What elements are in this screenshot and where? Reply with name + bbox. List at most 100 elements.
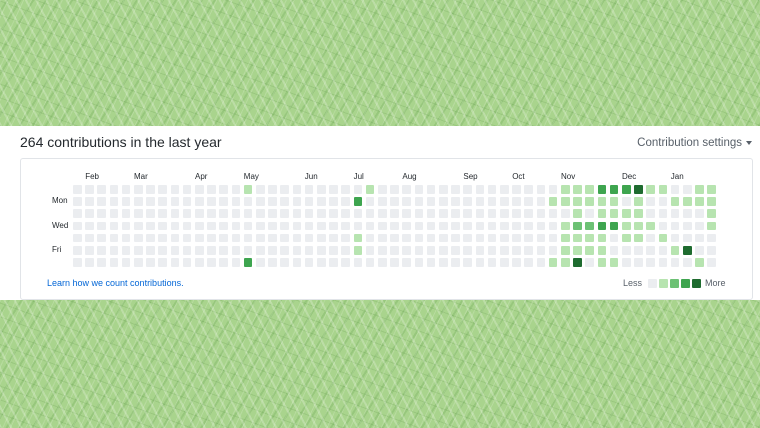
contribution-day-cell[interactable] (536, 197, 546, 206)
contribution-day-cell[interactable] (353, 209, 363, 218)
contribution-day-cell[interactable] (439, 185, 448, 194)
contribution-day-cell[interactable] (609, 258, 619, 267)
contribution-day-cell[interactable] (195, 246, 204, 255)
contribution-day-cell[interactable] (670, 258, 680, 267)
contribution-day-cell[interactable] (475, 246, 485, 255)
contribution-day-cell[interactable] (182, 209, 192, 218)
contribution-day-cell[interactable] (512, 185, 521, 194)
contribution-day-cell[interactable] (548, 258, 558, 267)
contribution-day-cell[interactable] (378, 197, 387, 206)
contribution-day-cell[interactable] (646, 246, 655, 255)
contribution-day-cell[interactable] (402, 185, 411, 194)
contribution-day-cell[interactable] (317, 221, 326, 231)
contribution-day-cell[interactable] (134, 209, 143, 218)
contribution-day-cell[interactable] (109, 233, 119, 243)
contribution-day-cell[interactable] (670, 221, 680, 231)
contribution-day-cell[interactable] (207, 197, 216, 206)
contribution-day-cell[interactable] (231, 221, 241, 231)
contribution-day-cell[interactable] (609, 185, 619, 194)
contribution-day-cell[interactable] (85, 258, 94, 267)
contribution-day-cell[interactable] (256, 185, 265, 194)
contribution-day-cell[interactable] (134, 233, 143, 243)
contribution-day-cell[interactable] (463, 197, 472, 206)
contribution-day-cell[interactable] (548, 246, 558, 255)
contribution-day-cell[interactable] (658, 197, 668, 206)
contribution-day-cell[interactable] (182, 185, 192, 194)
contribution-day-cell[interactable] (634, 209, 643, 218)
contribution-day-cell[interactable] (463, 185, 472, 194)
contribution-day-cell[interactable] (585, 221, 594, 231)
contribution-day-cell[interactable] (500, 246, 509, 255)
contribution-day-cell[interactable] (231, 258, 241, 267)
contribution-day-cell[interactable] (317, 246, 326, 255)
contribution-day-cell[interactable] (487, 197, 497, 206)
contribution-day-cell[interactable] (85, 197, 94, 206)
contribution-day-cell[interactable] (256, 221, 265, 231)
contribution-day-cell[interactable] (609, 246, 619, 255)
contribution-day-cell[interactable] (463, 258, 472, 267)
contribution-day-cell[interactable] (585, 233, 594, 243)
contribution-day-cell[interactable] (439, 246, 448, 255)
contribution-day-cell[interactable] (268, 246, 277, 255)
contribution-day-cell[interactable] (85, 246, 94, 255)
contribution-day-cell[interactable] (329, 185, 338, 194)
contribution-day-cell[interactable] (121, 246, 131, 255)
contribution-day-cell[interactable] (243, 197, 253, 206)
contribution-day-cell[interactable] (561, 221, 570, 231)
contribution-day-cell[interactable] (146, 258, 155, 267)
contribution-day-cell[interactable] (170, 185, 180, 194)
contribution-day-cell[interactable] (292, 221, 302, 231)
contribution-day-cell[interactable] (146, 209, 155, 218)
learn-contributions-link[interactable]: Learn how we count contributions. (47, 278, 184, 288)
contribution-day-cell[interactable] (439, 209, 448, 218)
contribution-day-cell[interactable] (695, 197, 704, 206)
contribution-day-cell[interactable] (195, 197, 204, 206)
contribution-day-cell[interactable] (341, 197, 350, 206)
contribution-day-cell[interactable] (353, 221, 363, 231)
contribution-day-cell[interactable] (414, 185, 424, 194)
contribution-day-cell[interactable] (109, 185, 119, 194)
contribution-day-cell[interactable] (85, 221, 94, 231)
contribution-day-cell[interactable] (182, 246, 192, 255)
contribution-day-cell[interactable] (292, 185, 302, 194)
contribution-day-cell[interactable] (500, 233, 509, 243)
contribution-day-cell[interactable] (121, 221, 131, 231)
contribution-day-cell[interactable] (463, 246, 472, 255)
contribution-day-cell[interactable] (573, 258, 582, 267)
contribution-day-cell[interactable] (670, 185, 680, 194)
contribution-day-cell[interactable] (207, 221, 216, 231)
contribution-day-cell[interactable] (97, 185, 106, 194)
contribution-day-cell[interactable] (622, 197, 631, 206)
contribution-day-cell[interactable] (97, 246, 106, 255)
contribution-day-cell[interactable] (646, 185, 655, 194)
contribution-day-cell[interactable] (524, 185, 533, 194)
contribution-day-cell[interactable] (97, 258, 106, 267)
contribution-day-cell[interactable] (402, 209, 411, 218)
contribution-day-cell[interactable] (695, 246, 704, 255)
contribution-day-cell[interactable] (609, 197, 619, 206)
contribution-day-cell[interactable] (426, 185, 436, 194)
contribution-day-cell[interactable] (658, 233, 668, 243)
contribution-day-cell[interactable] (182, 233, 192, 243)
contribution-day-cell[interactable] (695, 221, 704, 231)
contribution-day-cell[interactable] (256, 246, 265, 255)
contribution-day-cell[interactable] (73, 221, 82, 231)
contribution-day-cell[interactable] (463, 233, 472, 243)
contribution-day-cell[interactable] (475, 233, 485, 243)
contribution-day-cell[interactable] (402, 233, 411, 243)
contribution-day-cell[interactable] (414, 197, 424, 206)
contribution-day-cell[interactable] (378, 185, 387, 194)
contribution-day-cell[interactable] (219, 185, 228, 194)
contribution-day-cell[interactable] (231, 185, 241, 194)
contribution-day-cell[interactable] (573, 246, 582, 255)
contribution-day-cell[interactable] (73, 185, 82, 194)
contribution-day-cell[interactable] (707, 197, 716, 206)
contribution-day-cell[interactable] (573, 209, 582, 218)
contribution-day-cell[interactable] (292, 209, 302, 218)
contribution-day-cell[interactable] (219, 197, 228, 206)
contribution-day-cell[interactable] (634, 233, 643, 243)
contribution-day-cell[interactable] (195, 209, 204, 218)
contribution-day-cell[interactable] (378, 258, 387, 267)
contribution-day-cell[interactable] (121, 233, 131, 243)
contribution-day-cell[interactable] (536, 185, 546, 194)
